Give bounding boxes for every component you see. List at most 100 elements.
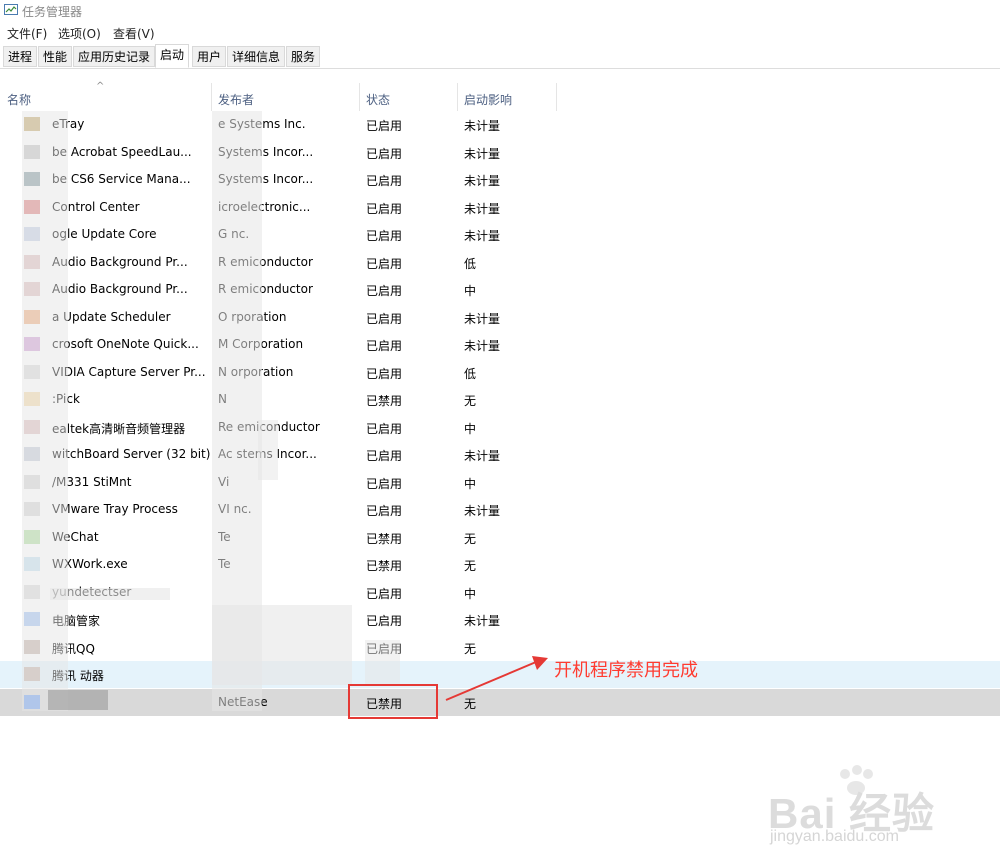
watermark-url: jingyan.baidu.com xyxy=(770,828,899,845)
list-item[interactable]: VIDIA Capture Server Pr... N orporation … xyxy=(0,359,1000,386)
app-name: eTray xyxy=(52,117,85,131)
tab-startup[interactable]: 启动 xyxy=(155,44,190,68)
tab-processes[interactable]: 进程 xyxy=(3,46,38,67)
impact: 中 xyxy=(464,421,477,436)
app-name: Control Center xyxy=(52,199,140,214)
impact: 未计量 xyxy=(464,339,501,353)
list-item[interactable]: be CS6 Service Mana... Systems Incor... … xyxy=(0,166,1000,193)
task-manager-icon xyxy=(4,4,18,15)
app-name: ealtek高清晰音频管理器 xyxy=(52,421,186,436)
impact: 中 xyxy=(464,284,477,298)
tab-services[interactable]: 服务 xyxy=(286,46,321,67)
status: 已启用 xyxy=(366,586,403,601)
list-item[interactable]: /M331 StiMnt Vi 已启用 中 xyxy=(0,469,1000,496)
list-item[interactable]: WXWork.exe Te 已禁用 无 xyxy=(0,551,1000,578)
status: 已启用 xyxy=(366,284,403,298)
column-divider[interactable] xyxy=(211,83,212,111)
list-item[interactable]: Control Center icroelectronic... 已启用 未计量 xyxy=(0,194,1000,221)
column-impact[interactable]: 启动影响 xyxy=(464,91,512,108)
privacy-blur xyxy=(258,420,278,480)
column-header: ^ 名称 发布者 状态 启动影响 xyxy=(0,81,1000,111)
menu-file[interactable]: 文件(F) xyxy=(7,25,47,42)
list-item[interactable]: Audio Background Pr... R emiconductor 已启… xyxy=(0,249,1000,276)
status: 已禁用 xyxy=(366,394,403,408)
status: 已启用 xyxy=(366,339,403,353)
app-name: WXWork.exe xyxy=(52,557,128,571)
impact: 未计量 xyxy=(464,201,501,216)
column-name[interactable]: 名称 xyxy=(7,91,31,108)
impact: 无 xyxy=(464,559,477,573)
status: 已启用 xyxy=(366,229,403,243)
status: 已启用 xyxy=(366,146,403,161)
list-item[interactable]: crosoft OneNote Quick... M Corporation 已… xyxy=(0,331,1000,358)
privacy-blur xyxy=(48,690,108,710)
impact: 无 xyxy=(464,394,477,408)
status: 已启用 xyxy=(366,421,403,436)
status: 已禁用 xyxy=(366,559,403,573)
status: 已启用 xyxy=(366,174,403,188)
column-divider[interactable] xyxy=(457,83,458,111)
status: 已启用 xyxy=(366,366,403,381)
app-name: Audio Background Pr... xyxy=(52,282,188,296)
app-name: /M331 StiMnt xyxy=(52,474,132,489)
app-name: :Pick xyxy=(52,392,210,406)
list-item[interactable]: 电脑管家 已启用 未计量 xyxy=(0,606,1000,633)
list-item[interactable]: Audio Background Pr... R emiconductor 已启… xyxy=(0,276,1000,303)
privacy-blur xyxy=(22,111,68,711)
column-divider[interactable] xyxy=(359,83,360,111)
status: 已启用 xyxy=(366,311,403,326)
list-item[interactable]: a Update Scheduler O rporation 已启用 未计量 xyxy=(0,304,1000,331)
menu-view[interactable]: 查看(V) xyxy=(113,25,155,42)
menu-options[interactable]: 选项(O) xyxy=(58,25,101,42)
list-item[interactable]: ogle Update Core G nc. 已启用 未计量 xyxy=(0,221,1000,248)
status: 已启用 xyxy=(366,504,403,518)
app-name: be CS6 Service Mana... xyxy=(52,172,191,186)
app-name: Audio Background Pr... xyxy=(52,254,188,269)
sort-up-icon: ^ xyxy=(96,81,105,92)
impact: 中 xyxy=(464,586,477,601)
app-name: crosoft OneNote Quick... xyxy=(52,337,199,351)
status: 已禁用 xyxy=(366,531,403,546)
column-divider[interactable] xyxy=(556,83,557,111)
app-name: witchBoard Server (32 bit) xyxy=(52,447,210,461)
impact: 未计量 xyxy=(464,311,501,326)
list-item[interactable]: WeChat Te 已禁用 无 xyxy=(0,524,1000,551)
app-name: 电脑管家 xyxy=(52,614,101,628)
impact: 低 xyxy=(464,366,477,381)
app-name: ogle Update Core xyxy=(52,227,157,241)
list-item[interactable]: :Pick N 已禁用 无 xyxy=(0,386,1000,413)
tab-details[interactable]: 详细信息 xyxy=(227,46,286,67)
impact: 未计量 xyxy=(464,174,501,188)
status: 已启用 xyxy=(366,476,403,491)
app-name: 腾讯QQ xyxy=(52,641,95,656)
title-bar: 任务管理器 xyxy=(0,0,1000,20)
privacy-blur xyxy=(365,640,400,685)
impact: 中 xyxy=(464,476,477,491)
list-item[interactable]: VMware Tray Process VI nc. 已启用 未计量 xyxy=(0,496,1000,523)
app-name: 腾讯 动器 xyxy=(52,669,104,683)
annotation-text: 开机程序禁用完成 xyxy=(554,660,698,681)
app-name: be Acrobat SpeedLau... xyxy=(52,144,192,159)
status: 已启用 xyxy=(366,256,403,271)
list-item[interactable]: eTray e Systems Inc. 已启用 未计量 xyxy=(0,111,1000,138)
app-name: WeChat xyxy=(52,529,99,544)
arrow-icon xyxy=(445,656,548,701)
column-publisher[interactable]: 发布者 xyxy=(218,91,254,108)
tab-users[interactable]: 用户 xyxy=(192,46,227,67)
tab-performance[interactable]: 性能 xyxy=(38,46,73,67)
impact: 无 xyxy=(464,531,477,546)
app-name: VIDIA Capture Server Pr... xyxy=(52,364,206,379)
impact: 未计量 xyxy=(464,614,501,628)
list-item[interactable]: be Acrobat SpeedLau... Systems Incor... … xyxy=(0,139,1000,166)
impact: 未计量 xyxy=(464,449,501,463)
tab-app-history[interactable]: 应用历史记录 xyxy=(73,46,156,67)
list-item[interactable]: witchBoard Server (32 bit) Ac stems Inco… xyxy=(0,441,1000,468)
app-name: VMware Tray Process xyxy=(52,502,178,516)
column-status[interactable]: 状态 xyxy=(366,91,390,108)
list-item[interactable]: ealtek高清晰音频管理器 Re emiconductor 已启用 中 xyxy=(0,414,1000,441)
status: 已启用 xyxy=(366,119,403,133)
impact: 低 xyxy=(464,256,477,271)
window-title: 任务管理器 xyxy=(22,5,83,19)
impact: 未计量 xyxy=(464,119,501,133)
impact: 未计量 xyxy=(464,229,501,243)
